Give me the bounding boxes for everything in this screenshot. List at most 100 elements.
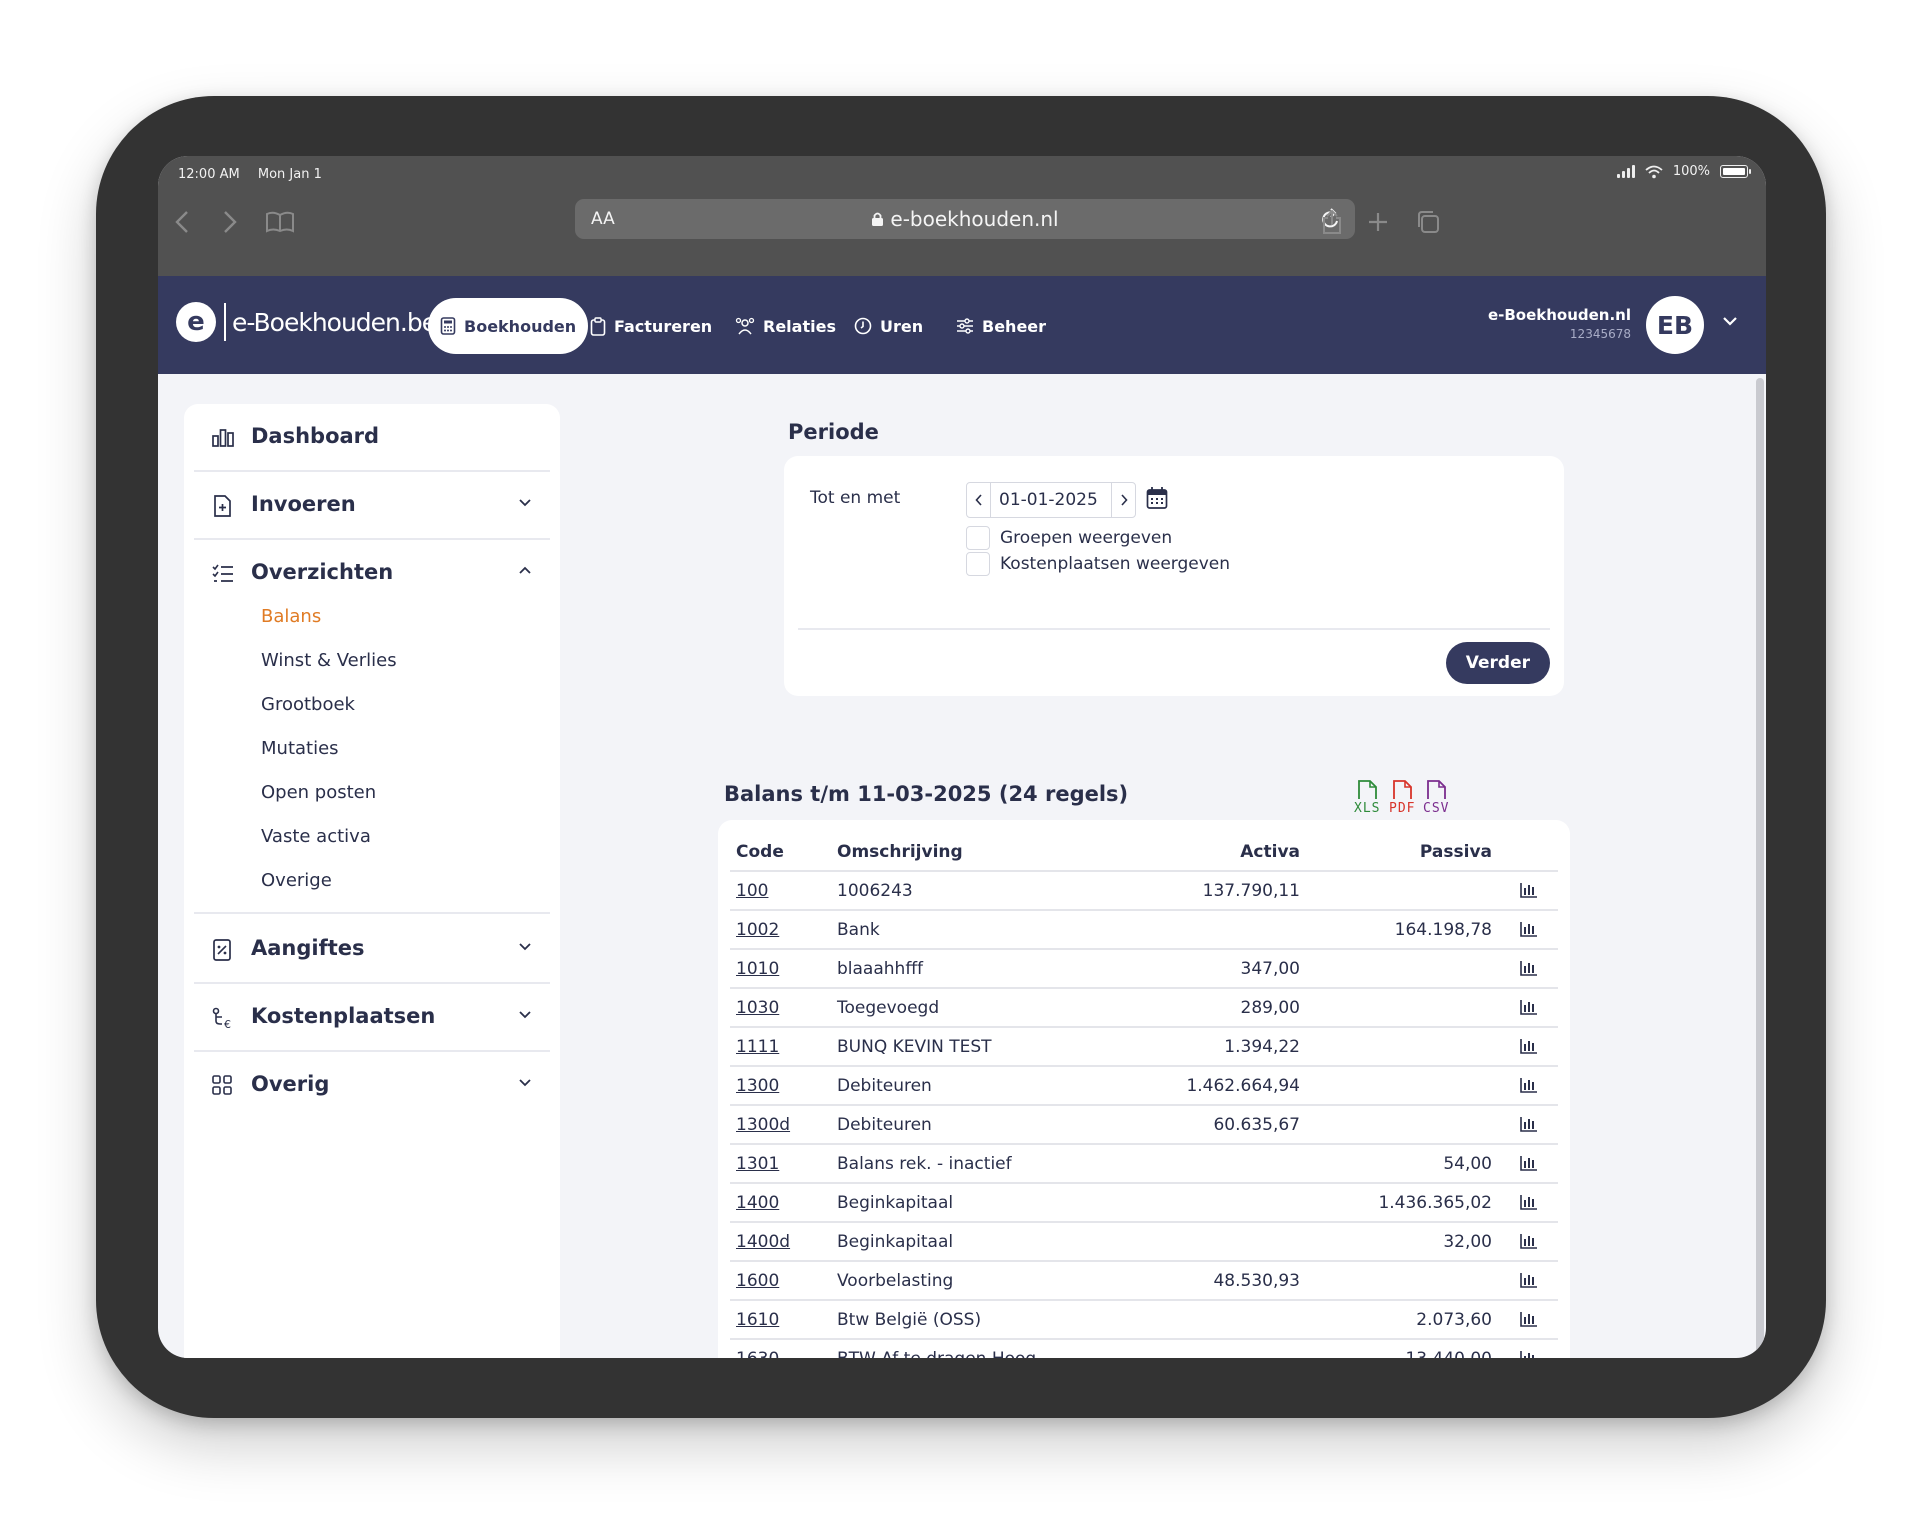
forward-button[interactable] — [210, 202, 250, 242]
url-bar[interactable]: AA e-boekhouden.nl — [575, 199, 1355, 239]
bar-chart-icon[interactable] — [1520, 1272, 1538, 1293]
column-header-passiva[interactable]: Passiva — [1420, 842, 1492, 862]
bar-chart-icon[interactable] — [1520, 999, 1538, 1020]
sidebar-item-overig[interactable]: Overig — [194, 1052, 550, 1120]
kostenplaatsen-checkbox[interactable]: Kostenplaatsen weergeven — [966, 552, 1230, 576]
export-xls-label: XLS — [1354, 801, 1381, 816]
cost-center-icon: € — [212, 1007, 231, 1029]
avatar[interactable]: EB — [1646, 296, 1704, 354]
cellular-signal-icon — [1616, 165, 1635, 178]
column-header-omschrijving[interactable]: Omschrijving — [837, 842, 963, 862]
export-pdf-button[interactable]: PDF — [1389, 780, 1415, 816]
nav-boekhouden[interactable]: Boekhouden — [428, 298, 589, 354]
omschrijving-cell: Bank — [837, 920, 880, 940]
passiva-cell: 1.436.365,02 — [1378, 1193, 1492, 1213]
activa-cell: 60.635,67 — [1213, 1115, 1300, 1135]
bar-chart-icon[interactable] — [1520, 1116, 1538, 1137]
balans-table: Code Omschrijving Activa Passiva 100 1006… — [718, 820, 1570, 1358]
calendar-icon[interactable] — [1146, 486, 1168, 510]
bookmarks-button[interactable] — [260, 202, 300, 242]
omschrijving-cell: Debiteuren — [837, 1115, 932, 1135]
activa-cell: 48.530,93 — [1213, 1271, 1300, 1291]
sidebar-item-overzichten[interactable]: Overzichten Balans Winst & Verlies Groot… — [194, 540, 550, 914]
new-tab-button[interactable] — [1358, 202, 1398, 242]
omschrijving-cell: Btw België (OSS) — [837, 1310, 982, 1330]
bar-chart-icon[interactable] — [1520, 1350, 1538, 1358]
sidebar-subitem-winst-verlies[interactable]: Winst & Verlies — [261, 650, 397, 671]
account-code-link[interactable]: 1300d — [736, 1115, 790, 1135]
sidebar-subitem-open-posten[interactable]: Open posten — [261, 782, 376, 803]
pdf-file-icon — [1393, 780, 1413, 799]
activa-cell: 137.790,11 — [1202, 881, 1300, 901]
tabs-button[interactable] — [1408, 202, 1448, 242]
date-value[interactable]: 01-01-2025 — [991, 490, 1098, 510]
sidebar-subitem-overige[interactable]: Overige — [261, 870, 332, 891]
account-code-link[interactable]: 100 — [736, 881, 768, 901]
export-xls-button[interactable]: XLS — [1354, 780, 1380, 816]
bar-chart-icon[interactable] — [1520, 882, 1538, 903]
account-code-link[interactable]: 1400d — [736, 1232, 790, 1252]
balans-title: Balans t/m 11-03-2025 (24 regels) — [724, 782, 1129, 806]
app-logo[interactable]: e e-Boekhouden.be — [176, 302, 437, 342]
activa-cell: 1.462.664,94 — [1186, 1076, 1300, 1096]
nav-beheer-label: Beheer — [982, 316, 1047, 336]
account-code-link[interactable]: 1002 — [736, 920, 779, 940]
date-field[interactable]: 01-01-2025 — [966, 482, 1136, 518]
sidebar-item-invoeren[interactable]: Invoeren — [194, 472, 550, 540]
date-prev-button[interactable] — [967, 483, 991, 517]
omschrijving-cell: Beginkapitaal — [837, 1232, 954, 1252]
bar-chart-icon[interactable] — [1520, 1155, 1538, 1176]
chevron-left-icon — [974, 494, 982, 506]
nav-uren[interactable]: Uren — [842, 298, 935, 354]
account-code-link[interactable]: 1111 — [736, 1037, 779, 1057]
verder-button[interactable]: Verder — [1445, 642, 1550, 684]
sidebar-subitem-grootboek[interactable]: Grootboek — [261, 694, 355, 715]
account-code-link[interactable]: 1301 — [736, 1154, 779, 1174]
account-code-link[interactable]: 1600 — [736, 1271, 779, 1291]
column-header-code[interactable]: Code — [736, 842, 784, 862]
account-code-link[interactable]: 1610 — [736, 1310, 779, 1330]
sidebar-item-kostenplaatsen[interactable]: € Kostenplaatsen — [194, 984, 550, 1052]
sidebar-subitem-balans[interactable]: Balans — [261, 606, 321, 627]
checkbox-box[interactable] — [966, 526, 990, 550]
bar-chart-icon[interactable] — [1520, 1077, 1538, 1098]
scrollbar-thumb[interactable] — [1756, 378, 1764, 1354]
omschrijving-cell: BTW Af te dragen Hoog — [837, 1349, 1036, 1358]
chart-icon — [212, 429, 234, 447]
nav-relaties[interactable]: Relaties — [723, 298, 848, 354]
sidebar-subitem-vaste-activa[interactable]: Vaste activa — [261, 826, 371, 847]
groepen-checkbox[interactable]: Groepen weergeven — [966, 526, 1172, 550]
account-info[interactable]: e-Boekhouden.nl 12345678 — [1488, 306, 1631, 341]
export-csv-button[interactable]: CSV — [1423, 780, 1449, 816]
share-button[interactable] — [1312, 202, 1352, 242]
export-csv-label: CSV — [1423, 801, 1450, 816]
bar-chart-icon[interactable] — [1520, 1233, 1538, 1254]
bar-chart-icon[interactable] — [1520, 960, 1538, 981]
app-navbar: e e-Boekhouden.be Boekhouden Factureren … — [158, 276, 1766, 374]
logo-text: e-Boekhouden.be — [232, 307, 437, 337]
bar-chart-icon[interactable] — [1520, 1311, 1538, 1332]
chevron-down-icon[interactable] — [1722, 316, 1738, 326]
omschrijving-cell: blaaahhfff — [837, 959, 924, 979]
back-button[interactable] — [162, 202, 202, 242]
sidebar-item-dashboard[interactable]: Dashboard — [194, 404, 550, 472]
bar-chart-icon[interactable] — [1520, 1038, 1538, 1059]
account-code-link[interactable]: 1010 — [736, 959, 779, 979]
account-code-link[interactable]: 1400 — [736, 1193, 779, 1213]
date-next-button[interactable] — [1111, 483, 1135, 517]
nav-factureren-label: Factureren — [614, 316, 713, 336]
nav-factureren[interactable]: Factureren — [578, 298, 724, 354]
account-code-link[interactable]: 1030 — [736, 998, 779, 1018]
checkbox-box[interactable] — [966, 552, 990, 576]
status-time: 12:00 AM — [178, 167, 240, 182]
column-header-activa[interactable]: Activa — [1240, 842, 1300, 862]
account-code-link[interactable]: 1300 — [736, 1076, 779, 1096]
nav-beheer[interactable]: Beheer — [944, 298, 1058, 354]
sidebar-subitem-mutaties[interactable]: Mutaties — [261, 738, 339, 759]
sidebar-item-label: Aangiftes — [251, 936, 365, 960]
account-code-link[interactable]: 1630 — [736, 1349, 779, 1358]
bar-chart-icon[interactable] — [1520, 1194, 1538, 1215]
bar-chart-icon[interactable] — [1520, 921, 1538, 942]
page-scrollbar[interactable] — [1756, 378, 1764, 1354]
sidebar-item-aangiftes[interactable]: Aangiftes — [194, 916, 550, 984]
